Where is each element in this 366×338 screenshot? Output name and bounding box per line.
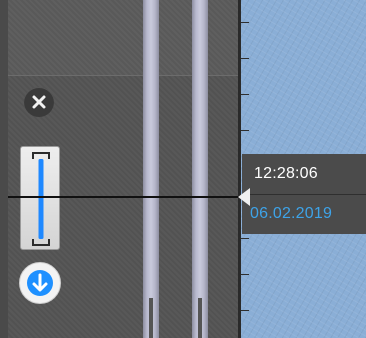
cursor-pointer-icon[interactable] [238, 188, 250, 206]
scale-tick [241, 310, 249, 311]
video-archive-timeline: 12:28:06 06.02.2019 [0, 0, 366, 338]
scale-tick [241, 238, 249, 239]
range-bracket-icon [32, 152, 50, 246]
left-edge [0, 0, 8, 338]
timeline-track[interactable] [143, 0, 159, 338]
readout-separator [242, 194, 366, 195]
position-readout: 12:28:06 06.02.2019 [242, 154, 366, 234]
scale-tick [241, 274, 249, 275]
current-date: 06.02.2019 [250, 205, 333, 222]
scale-tick [241, 130, 249, 131]
scale-tick [241, 22, 249, 23]
close-icon [32, 95, 46, 109]
track-gap [198, 298, 202, 338]
playback-cursor-line[interactable] [8, 196, 240, 198]
close-button[interactable] [24, 87, 54, 117]
timeline-track[interactable] [192, 0, 208, 338]
select-range-button[interactable] [20, 146, 60, 250]
arrow-down-icon [27, 270, 53, 296]
track-gap [149, 298, 153, 338]
scale-tick [241, 94, 249, 95]
current-time: 12:28:06 [254, 165, 318, 182]
scroll-to-end-button[interactable] [19, 262, 61, 304]
scale-tick [241, 58, 249, 59]
